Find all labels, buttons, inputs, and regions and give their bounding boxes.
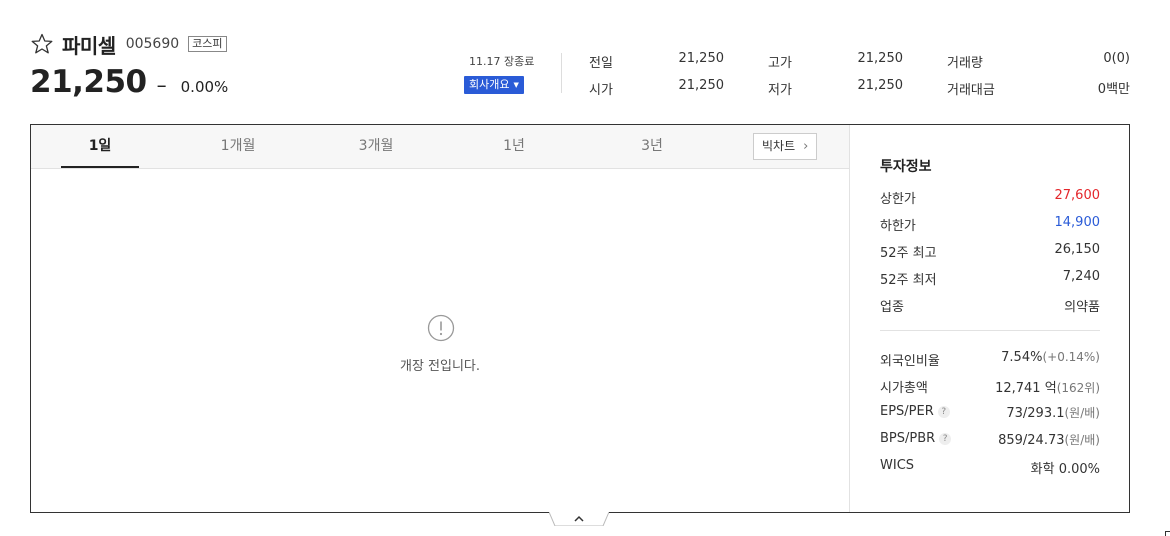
chevron-right-icon: › [803, 139, 809, 154]
tab-1d[interactable]: 1일 [61, 125, 139, 168]
exclamation-circle-icon [427, 314, 455, 342]
summary-value-prev-close: 21,250 [678, 51, 725, 66]
market-badge: 코스피 [188, 36, 227, 52]
summary-value-open: 21,250 [678, 78, 725, 93]
chart-period-tabs: 1일 1개월 3개월 1년 3년 빅차트 › [31, 125, 849, 169]
divider [561, 53, 562, 93]
collapse-button[interactable] [549, 512, 609, 526]
summary-label-volume: 거래량 [947, 56, 983, 71]
row-value: 의약품 [1064, 300, 1100, 315]
current-price: 21,250 [30, 64, 147, 100]
invest-title: 투자정보 [880, 159, 932, 175]
market-closed-notice: 개장 전입니다. [399, 359, 481, 374]
row-label: 하한가 [880, 219, 916, 234]
summary-label-prev-close: 전일 [589, 56, 613, 71]
row-label: BPS/PBR? [880, 431, 952, 448]
invest-row-market-cap: 시가총액 12,741 억(162위) [880, 377, 1100, 396]
invest-row-52w-high: 52주 최고 26,150 [880, 242, 1100, 261]
value-sub: (+0.14%) [1042, 350, 1100, 364]
invest-row-foreign-ratio: 외국인비율 7.54%(+0.14%) [880, 350, 1100, 369]
row-label: 52주 최저 [880, 273, 937, 288]
big-chart-button[interactable]: 빅차트 › [753, 133, 818, 160]
change-percent: 0.00% [180, 78, 229, 96]
help-icon[interactable]: ? [937, 405, 950, 418]
tab-3m[interactable]: 3개월 [337, 125, 415, 168]
value-main: 12,741 억 [995, 381, 1057, 396]
row-label: 52주 최고 [880, 246, 937, 261]
company-overview-button[interactable]: 회사개요 ▼ [464, 76, 524, 94]
help-icon[interactable]: ? [939, 432, 952, 445]
stock-title-row: 파미셀 005690 코스피 [30, 30, 228, 58]
row-label: WICS [880, 458, 915, 473]
row-value: 73/293.1(원/배) [1006, 404, 1100, 421]
tab-1y[interactable]: 1년 [475, 125, 553, 168]
invest-row-sector: 업종 의약품 [880, 296, 1100, 315]
invest-row-bps-pbr: BPS/PBR? 859/24.73(원/배) [880, 431, 1100, 448]
stock-name: 파미셀 [62, 33, 116, 58]
row-value: 12,741 억(162위) [995, 377, 1100, 396]
summary-label-high: 고가 [768, 56, 792, 71]
row-value: 7.54%(+0.14%) [1001, 350, 1100, 369]
chart-area: 개장 전입니다. [31, 169, 849, 512]
value-main: 859/24.73 [998, 433, 1065, 448]
row-label: 업종 [880, 300, 904, 315]
company-overview-label: 회사개요 [469, 78, 510, 91]
stock-code: 005690 [125, 36, 180, 52]
invest-row-wics: WICS 화학 0.00% [880, 458, 1100, 477]
invest-row-lower-limit: 하한가 14,900 [880, 215, 1100, 234]
row-value: 14,900 [1054, 215, 1101, 230]
invest-row-upper-limit: 상한가 27,600 [880, 188, 1100, 207]
big-chart-label: 빅차트 [762, 139, 796, 153]
summary-label-trade-value: 거래대금 [947, 83, 995, 98]
stock-header: 파미셀 005690 코스피 21,250 – 0.00% [30, 30, 228, 101]
label-text: EPS/PER [880, 404, 934, 419]
chart-panel: 1일 1개월 3개월 1년 3년 빅차트 › 개장 전입니다. 투자정보 상한가… [30, 124, 1130, 513]
summary-value-volume: 0(0) [1103, 51, 1130, 66]
price-row: 21,250 – 0.00% [30, 64, 228, 100]
summary-label-low: 저가 [768, 83, 792, 98]
corner-mark [1165, 531, 1170, 536]
row-value: 27,600 [1054, 188, 1101, 203]
summary-label-open: 시가 [589, 83, 613, 98]
row-value: 859/24.73(원/배) [998, 431, 1100, 448]
row-label: 시가총액 [880, 381, 928, 396]
value-sub: (162위) [1056, 381, 1100, 395]
row-value: 26,150 [1054, 242, 1101, 257]
value-sub: (원/배) [1064, 433, 1101, 447]
value-main: 73/293.1 [1006, 406, 1065, 421]
row-label: EPS/PER? [880, 404, 950, 421]
row-label: 상한가 [880, 192, 916, 207]
investment-info: 투자정보 상한가 27,600 하한가 14,900 52주 최고 26,150… [850, 125, 1129, 512]
star-icon[interactable] [30, 32, 54, 56]
row-label: 외국인비율 [880, 354, 940, 369]
row-value: 7,240 [1062, 269, 1100, 284]
change-symbol: – [156, 73, 167, 97]
invest-row-52w-low: 52주 최저 7,240 [880, 269, 1100, 288]
summary-value-high: 21,250 [857, 51, 904, 66]
caret-down-icon: ▼ [513, 81, 519, 89]
tab-3y[interactable]: 3년 [613, 125, 691, 168]
invest-row-eps-per: EPS/PER? 73/293.1(원/배) [880, 404, 1100, 421]
tab-1m[interactable]: 1개월 [199, 125, 277, 168]
market-status: 11.17 장종료 [469, 55, 535, 68]
divider [880, 330, 1100, 331]
label-text: BPS/PBR [880, 431, 936, 446]
row-value: 화학 0.00% [1030, 462, 1100, 477]
value-main: 7.54% [1001, 350, 1043, 365]
summary-value-low: 21,250 [857, 78, 904, 93]
summary-value-trade-value: 0백만 [1097, 82, 1130, 97]
value-sub: (원/배) [1064, 406, 1101, 420]
